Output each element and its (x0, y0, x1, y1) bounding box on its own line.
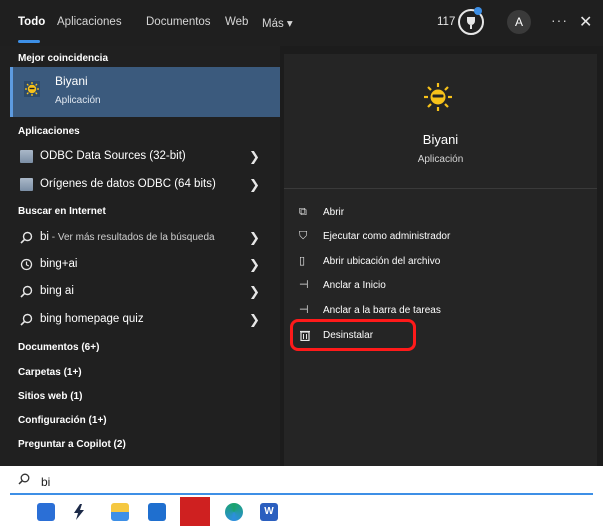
chevron-right-icon[interactable]: ❯ (249, 177, 260, 193)
category-carpetas[interactable]: Carpetas (1+) (18, 367, 82, 378)
folder-icon: ▯ (299, 255, 306, 267)
action-label: Anclar a la barra de tareas (323, 305, 441, 316)
app-store-icon[interactable] (37, 503, 55, 521)
category-documentos[interactable]: Documentos (6+) (18, 342, 99, 353)
chevron-right-icon[interactable]: ❯ (249, 257, 260, 273)
tab-mas[interactable]: Más ▾ (262, 16, 293, 30)
best-match-subtitle: Aplicación (55, 95, 101, 106)
web-result-label: bing ai (40, 285, 74, 297)
chevron-right-icon[interactable]: ❯ (249, 149, 260, 165)
tab-todo[interactable]: Todo (18, 16, 45, 28)
category-sitios-web[interactable]: Sitios web (1) (18, 391, 82, 402)
web-heading: Buscar en Internet (18, 206, 106, 217)
edge-icon[interactable] (225, 503, 243, 521)
category-configuracion[interactable]: Configuración (1+) (18, 415, 107, 426)
history-icon (20, 258, 33, 271)
file-explorer-icon[interactable] (111, 503, 129, 521)
action-label: Anclar a Inicio (323, 280, 386, 291)
close-icon[interactable]: ✕ (579, 12, 592, 32)
search-icon (20, 231, 33, 244)
database-icon (20, 178, 33, 191)
search-icon (18, 473, 30, 485)
web-result-bing-ai[interactable]: bing ai ❯ (10, 280, 280, 304)
pin-icon: ⊣ (299, 304, 309, 316)
pin-icon: ⊣ (299, 279, 309, 291)
search-tab-bar: Todo Aplicaciones Documentos Web Más ▾ 1… (0, 0, 603, 46)
word-icon[interactable]: W (260, 503, 278, 521)
database-icon (20, 150, 33, 163)
shield-icon: ⛉ (299, 230, 308, 242)
search-icon (20, 313, 33, 326)
lightning-app-icon[interactable] (70, 503, 88, 521)
web-result-label: bing homepage quiz (40, 313, 144, 325)
list-item-label: Orígenes de datos ODBC (64 bits) (40, 178, 216, 190)
web-result-bing-ai-plus[interactable]: bing+ai ❯ (10, 253, 280, 277)
results-list: Mejor coincidencia Biyani Aplicación Apl… (0, 46, 280, 466)
search-icon (20, 285, 33, 298)
more-options-icon[interactable]: ··· (551, 12, 568, 28)
open-icon: ⧉ (299, 206, 307, 218)
chevron-right-icon[interactable]: ❯ (249, 312, 260, 328)
rewards-points[interactable]: 117 (437, 16, 455, 28)
preview-app-name: Biyani (422, 132, 459, 147)
taskbar: W (0, 497, 603, 526)
search-box[interactable]: bi (10, 467, 593, 495)
web-result-label: bi - Ver más resultados de la búsqueda (40, 231, 215, 243)
list-item-odbc-64[interactable]: Orígenes de datos ODBC (64 bits) ❯ (10, 173, 280, 197)
sun-icon (424, 83, 452, 111)
best-match-heading: Mejor coincidencia (18, 53, 109, 64)
web-result-bi[interactable]: bi - Ver más resultados de la búsqueda ❯ (10, 226, 280, 250)
tab-aplicaciones[interactable]: Aplicaciones (57, 16, 122, 28)
sun-icon (24, 81, 40, 97)
chevron-right-icon[interactable]: ❯ (249, 284, 260, 300)
mail-icon[interactable] (148, 503, 166, 521)
action-label: Abrir ubicación del archivo (323, 256, 441, 267)
best-match-title: Biyani (55, 74, 88, 88)
action-label: Abrir (323, 207, 345, 218)
opera-icon[interactable] (180, 497, 210, 526)
list-item-label: ODBC Data Sources (32-bit) (40, 150, 186, 162)
tab-documentos[interactable]: Documentos (146, 16, 211, 28)
web-result-bing-homepage-quiz[interactable]: bing homepage quiz ❯ (10, 308, 280, 332)
web-result-label: bing+ai (40, 258, 78, 270)
active-tab-indicator (18, 40, 40, 43)
best-match-item[interactable]: Biyani Aplicación (10, 67, 280, 117)
preview-app-type: Aplicación (417, 154, 464, 165)
user-avatar[interactable]: A (507, 10, 531, 34)
chevron-right-icon[interactable]: ❯ (249, 230, 260, 246)
uninstall-highlight-box (290, 319, 416, 351)
search-input[interactable]: bi (41, 475, 50, 489)
preview-pane: Biyani Aplicación ⧉ Abrir ⛉ Ejecutar com… (284, 54, 597, 466)
rewards-trophy-icon[interactable] (458, 7, 484, 35)
category-copilot[interactable]: Preguntar a Copilot (2) (18, 439, 126, 450)
list-item-odbc-32[interactable]: ODBC Data Sources (32-bit) ❯ (10, 145, 280, 169)
divider (284, 188, 597, 189)
action-label: Ejecutar como administrador (323, 231, 451, 242)
apps-heading: Aplicaciones (18, 126, 80, 137)
start-search-window: Todo Aplicaciones Documentos Web Más ▾ 1… (0, 0, 603, 466)
tab-web[interactable]: Web (225, 16, 248, 28)
